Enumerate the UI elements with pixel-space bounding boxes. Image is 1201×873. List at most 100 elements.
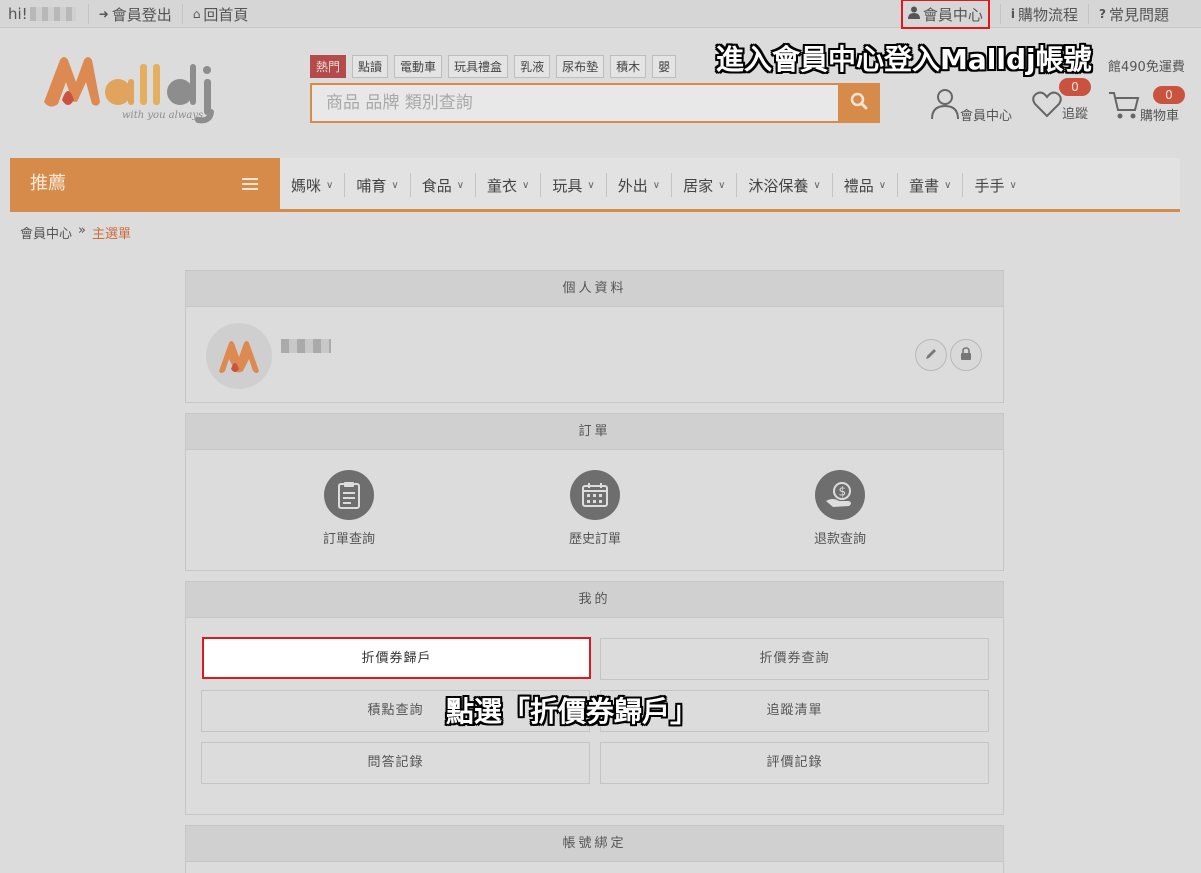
header-member-label: 會員中心 [960,109,1013,124]
nav-category[interactable]: 童書 ∨ [898,173,964,197]
pencil-icon [924,346,938,365]
greeting-text: hi! [8,5,28,23]
recommend-menu-button[interactable]: 推薦 [10,158,280,212]
annotation-login: 進入會員中心登入Malldj帳號 [716,43,1092,76]
nav-category-label: 手手 [974,176,1005,195]
question-icon: ? [1099,7,1106,21]
malldj-logo[interactable]: with you always [40,52,240,124]
logout-label: 會員登出 [111,5,172,24]
search-button[interactable] [838,83,880,123]
nav-category[interactable]: 食品 ∨ [411,173,477,197]
search-input[interactable] [312,85,832,121]
breadcrumb-current: 主選單 [91,227,131,242]
hot-tag[interactable]: 熱門 [310,55,347,78]
refund-query-button[interactable]: $ 退款查詢 [790,470,890,547]
edit-profile-button[interactable] [915,339,947,371]
chevron-down-icon: ∨ [652,179,661,191]
nav-category-label: 禮品 [843,176,874,195]
hot-search-tags: 熱門 點讀 電動車 玩具禮盒 乳液 尿布墊 積木 嬰 [310,55,677,78]
orders-panel-title: 訂單 [186,414,1003,450]
header-track-label: 追蹤 [1062,107,1089,122]
nav-category[interactable]: 哺育 ∨ [345,173,411,197]
nav-category-label: 媽咪 [291,176,322,195]
nav-category[interactable]: 童衣 ∨ [476,173,542,197]
top-utility-bar: hi! ➜ 會員登出 ⌂ 回首頁 會員中心 i 購物流程 ? 常見問題 [0,0,1201,29]
shopping-flow-label: 購物流程 [1018,5,1079,24]
chevron-down-icon: ∨ [718,179,726,191]
hot-tag[interactable]: 電動車 [394,55,443,78]
refund-query-label: 退款查詢 [813,532,866,547]
home-icon: ⌂ [192,7,201,21]
chevron-down-icon: ∨ [587,179,595,191]
header-cart[interactable]: 購物車 0 [1108,86,1185,124]
header-member-center[interactable]: 會員中心 [930,88,1012,124]
free-shipping-note: 館490免運費 [1108,60,1185,75]
member-center-label: 會員中心 [922,5,983,24]
info-icon: i [1010,7,1015,21]
nav-category-label: 外出 [617,176,648,195]
lock-icon [959,346,973,365]
cart-count-badge: 0 [1153,86,1185,104]
hot-tag[interactable]: 嬰 [652,55,677,78]
hot-tag[interactable]: 點讀 [352,55,389,78]
nav-category-label: 食品 [421,176,452,195]
review-records-button[interactable]: 評價記錄 [600,742,989,784]
logout-link[interactable]: ➜ 會員登出 [87,4,182,24]
profile-panel: 個人資料 [185,270,1004,403]
heart-icon [1032,90,1062,122]
order-history-button[interactable]: 歷史訂單 [545,470,645,547]
chevron-down-icon: ∨ [1009,179,1017,191]
coupon-query-button[interactable]: 折價券查詢 [600,638,989,680]
nav-category[interactable]: 外出 ∨ [607,173,673,197]
qa-records-button[interactable]: 問答記錄 [201,742,590,784]
hot-tag[interactable]: 尿布墊 [556,55,605,78]
order-history-label: 歷史訂單 [568,532,621,547]
change-password-button[interactable] [950,339,982,371]
faq-link[interactable]: ? 常見問題 [1088,4,1179,24]
orders-panel: 訂單 訂單查詢 歷史訂單 $ 退款查詢 [185,413,1004,571]
account-binding-title: 帳號綁定 [186,826,1003,862]
category-nav: 推薦 媽咪 ∨ 哺育 ∨ 食品 ∨ 童衣 ∨ 玩具 ∨ 外出 ∨ 居家 ∨ 沐浴保養 ∨ 禮品 ∨… [10,158,1180,212]
breadcrumb-root[interactable]: 會員中心 [20,223,72,242]
coupon-redeem-button[interactable]: 折價券歸戶 [202,637,591,679]
chevron-down-icon: ∨ [391,179,399,191]
nav-category[interactable]: 玩具 ∨ [541,173,607,197]
hamburger-icon [242,178,258,190]
nav-category[interactable]: 居家 ∨ [672,173,738,197]
hot-tag[interactable]: 積木 [610,55,647,78]
member-center-link[interactable]: 會員中心 [900,0,990,29]
nav-category[interactable]: 沐浴保養 ∨ [737,173,833,197]
breadcrumb: 會員中心 » 主選單 [20,223,131,242]
header-cart-label: 購物車 [1140,109,1180,124]
chevron-down-icon: ∨ [456,179,465,191]
nav-category[interactable]: 媽咪 ∨ [280,173,346,197]
header-track-list[interactable]: 追蹤 0 [1032,78,1091,122]
nav-category[interactable]: 禮品 ∨ [833,173,899,197]
cart-icon [1108,90,1140,124]
logo-tagline: with you always [122,110,204,121]
hot-tag[interactable]: 乳液 [514,55,551,78]
nav-category[interactable]: 手手 ∨ [963,173,1027,197]
refund-icon: $ [815,470,865,520]
shopping-flow-link[interactable]: i 購物流程 [999,4,1088,24]
chevron-down-icon: ∨ [326,179,334,191]
track-count-badge: 0 [1059,78,1091,96]
mine-panel-title: 我的 [186,582,1003,618]
home-link[interactable]: ⌂ 回首頁 [181,4,259,24]
nav-category-label: 童衣 [487,176,518,195]
nav-category-label: 玩具 [552,176,583,195]
clipboard-icon [324,470,374,520]
hot-tag[interactable]: 玩具禮盒 [448,55,509,78]
order-query-label: 訂單查詢 [322,532,375,547]
avatar [206,323,272,389]
nav-category-label: 哺育 [356,176,387,195]
faq-label: 常見問題 [1108,5,1169,24]
order-query-button[interactable]: 訂單查詢 [299,470,399,547]
nav-category-label: 沐浴保養 [748,176,809,195]
recommend-label: 推薦 [30,173,66,194]
user-icon [907,6,920,22]
search-bar [310,83,880,123]
chevron-down-icon: ∨ [944,179,952,191]
svg-text:$: $ [839,485,847,499]
profile-panel-title: 個人資料 [186,271,1003,307]
